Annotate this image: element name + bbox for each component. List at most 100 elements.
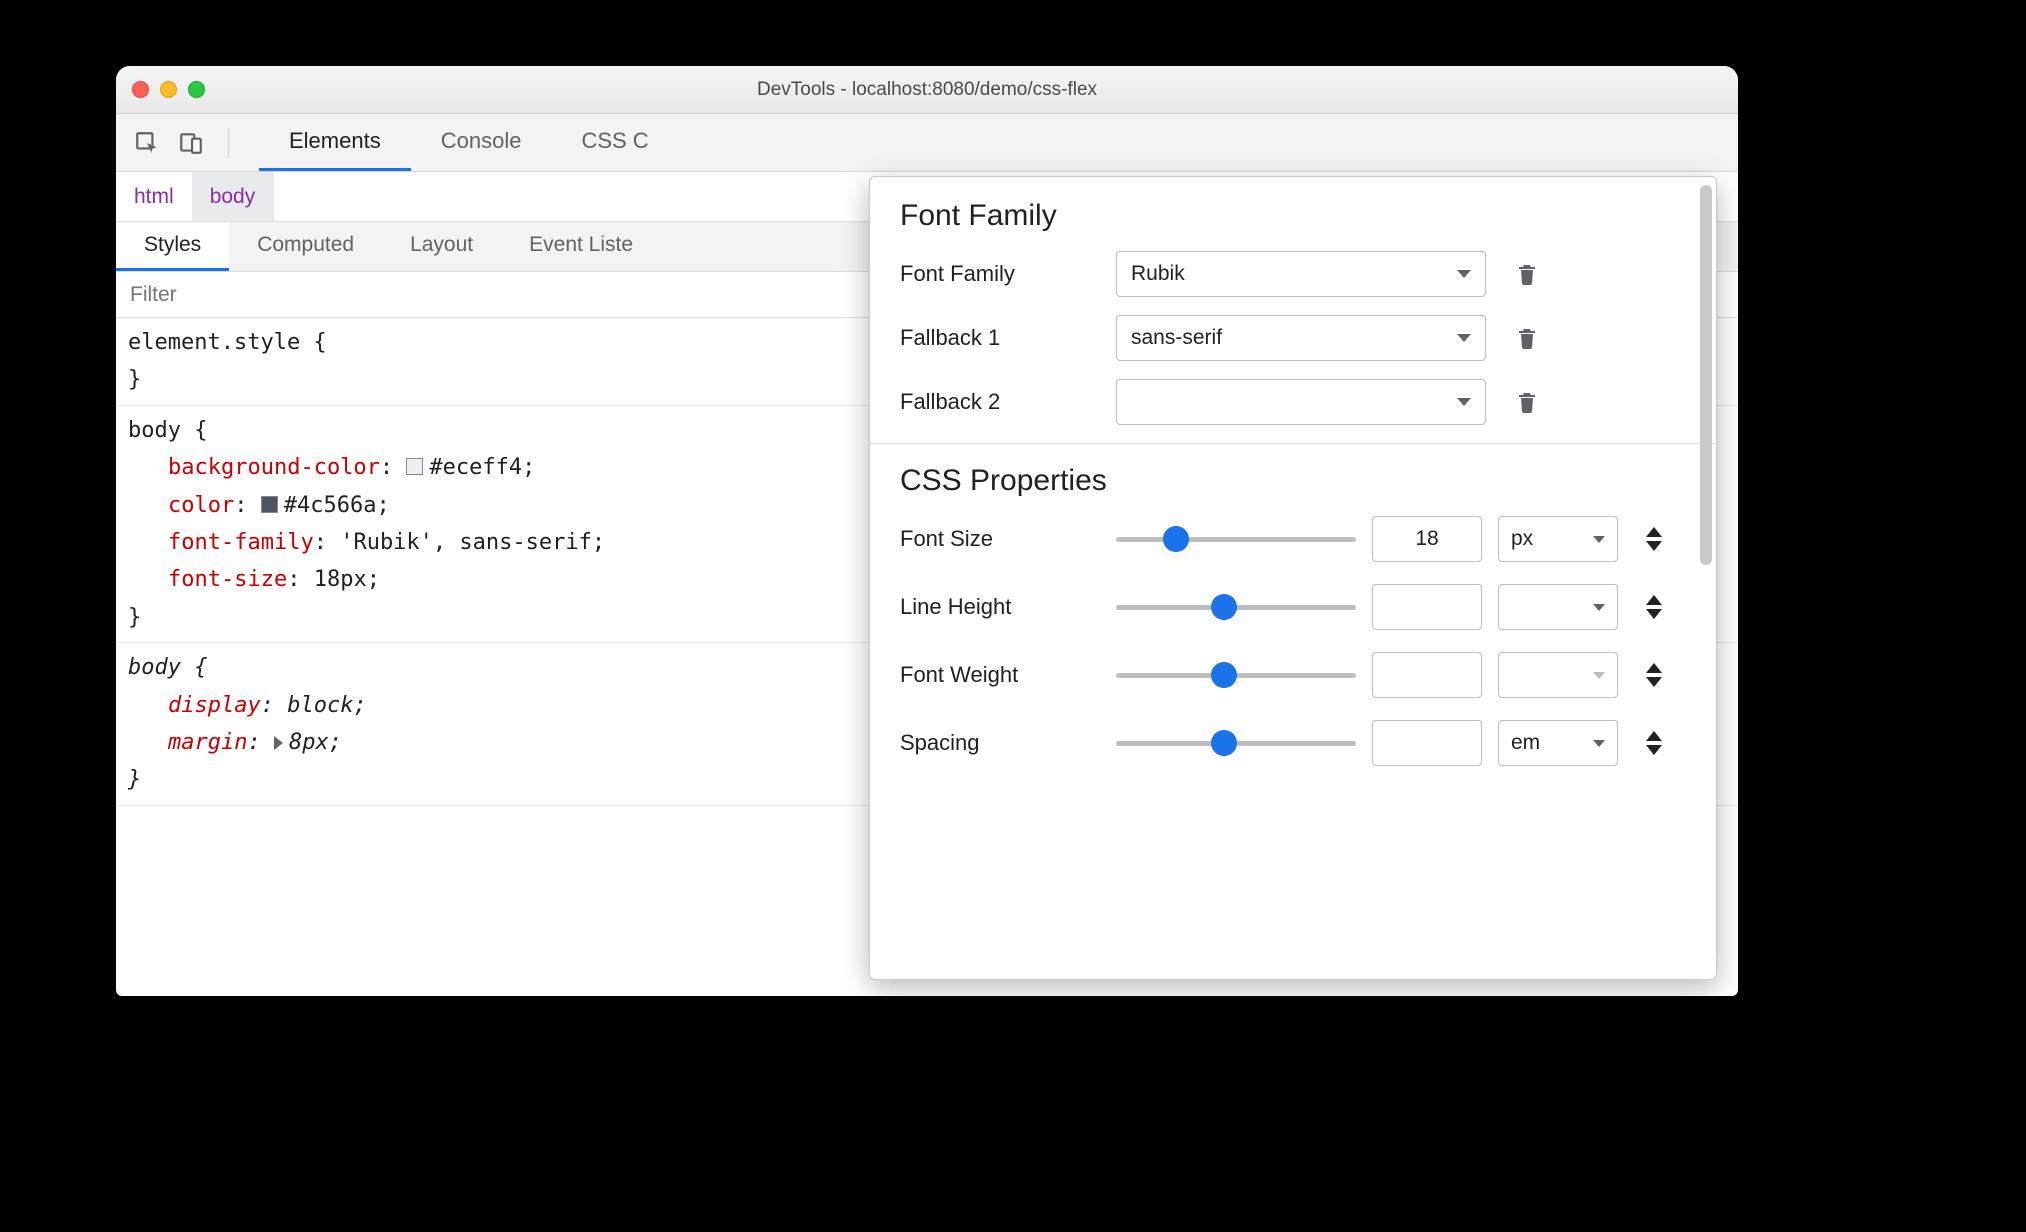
font-family-label: Fallback 1 <box>900 325 1100 351</box>
css-property-label: Line Height <box>900 594 1100 620</box>
color-swatch[interactable] <box>261 496 278 513</box>
css-property-row: Spacingem <box>900 720 1686 766</box>
subtab-styles[interactable]: Styles <box>116 222 229 271</box>
tab-elements[interactable]: Elements <box>259 114 411 171</box>
color-swatch[interactable] <box>406 458 423 475</box>
font-family-row: Font FamilyRubik <box>900 251 1686 297</box>
expand-shorthand-icon[interactable] <box>274 736 283 750</box>
slider-thumb[interactable] <box>1211 730 1237 756</box>
semicolon: ; <box>376 493 389 518</box>
brace-open: { <box>181 655 208 680</box>
css-property-label: Font Size <box>900 526 1100 552</box>
delete-font-button[interactable] <box>1502 325 1552 351</box>
colon: : <box>287 567 314 592</box>
property-stepper[interactable] <box>1634 731 1674 755</box>
css-property-name: background-color <box>168 455 380 480</box>
window-minimize-button[interactable] <box>160 81 177 98</box>
css-selector[interactable]: element.style <box>128 330 300 355</box>
stepper-up-icon[interactable] <box>1646 527 1662 537</box>
font-editor-popover: Font Family Font FamilyRubik Fallback 1 sa… <box>869 176 1717 980</box>
property-stepper[interactable] <box>1634 527 1674 551</box>
colon: : <box>380 455 407 480</box>
css-property-value: 'Rubik', sans-serif <box>340 530 592 555</box>
property-stepper[interactable] <box>1634 663 1674 687</box>
property-slider[interactable] <box>1116 592 1356 622</box>
stepper-down-icon[interactable] <box>1646 677 1662 687</box>
property-unit-value: px <box>1511 527 1533 551</box>
css-property-value: #eceff4 <box>429 455 522 480</box>
chevron-down-icon <box>1593 604 1605 611</box>
property-value-input[interactable] <box>1372 720 1482 766</box>
window-traffic-lights <box>132 81 205 98</box>
css-property-value: 8px <box>289 730 329 755</box>
property-unit-select <box>1498 652 1618 698</box>
devtools-window: DevTools - localhost:8080/demo/css-flex … <box>116 66 1738 996</box>
property-stepper[interactable] <box>1634 595 1674 619</box>
property-value-input[interactable]: 18 <box>1372 516 1482 562</box>
window-close-button[interactable] <box>132 81 149 98</box>
property-slider[interactable] <box>1116 524 1356 554</box>
property-slider[interactable] <box>1116 728 1356 758</box>
stepper-up-icon[interactable] <box>1646 663 1662 673</box>
chevron-down-icon <box>1457 334 1471 342</box>
property-unit-select[interactable]: px <box>1498 516 1618 562</box>
css-property-name: font-size <box>168 567 287 592</box>
font-family-select-value: Rubik <box>1131 262 1185 286</box>
font-family-select[interactable]: sans-serif <box>1116 315 1486 361</box>
subtab-computed[interactable]: Computed <box>229 222 382 271</box>
slider-thumb[interactable] <box>1211 662 1237 688</box>
property-value-input[interactable] <box>1372 652 1482 698</box>
brace-open: { <box>181 418 208 443</box>
inspect-element-icon[interactable] <box>130 126 164 160</box>
semicolon: ; <box>353 693 366 718</box>
delete-font-button[interactable] <box>1502 261 1552 287</box>
css-property-value: block <box>287 693 353 718</box>
devtools-tabs: Elements Console CSS C <box>259 114 679 171</box>
font-family-label: Fallback 2 <box>900 389 1100 415</box>
css-property-label: Font Weight <box>900 662 1100 688</box>
toolbar-divider <box>228 128 229 158</box>
breadcrumb-html[interactable]: html <box>116 172 192 221</box>
property-value-input[interactable] <box>1372 584 1482 630</box>
css-property-name: color <box>168 493 234 518</box>
property-unit-select[interactable] <box>1498 584 1618 630</box>
css-properties-heading: CSS Properties <box>900 464 1686 498</box>
subtab-event-listeners[interactable]: Event Liste <box>501 222 661 271</box>
font-family-select[interactable]: Rubik <box>1116 251 1486 297</box>
device-toolbar-icon[interactable] <box>174 126 208 160</box>
breadcrumb-body[interactable]: body <box>192 172 274 221</box>
stepper-down-icon[interactable] <box>1646 609 1662 619</box>
semicolon: ; <box>592 530 605 555</box>
brace-close: } <box>128 767 141 792</box>
subtab-layout[interactable]: Layout <box>382 222 501 271</box>
property-slider[interactable] <box>1116 660 1356 690</box>
chevron-down-icon <box>1593 536 1605 543</box>
stepper-down-icon[interactable] <box>1646 745 1662 755</box>
chevron-down-icon <box>1457 398 1471 406</box>
popover-scrollbar[interactable] <box>1700 185 1712 565</box>
window-title: DevTools - localhost:8080/demo/css-flex <box>116 79 1738 101</box>
popover-divider <box>870 443 1716 444</box>
property-unit-select[interactable]: em <box>1498 720 1618 766</box>
tab-css-overview[interactable]: CSS C <box>551 114 678 171</box>
css-selector[interactable]: body <box>128 418 181 443</box>
colon: : <box>234 493 261 518</box>
chevron-down-icon <box>1457 270 1471 278</box>
font-family-select[interactable] <box>1116 379 1486 425</box>
window-maximize-button[interactable] <box>188 81 205 98</box>
font-family-select-value: sans-serif <box>1131 326 1222 350</box>
css-selector[interactable]: body <box>128 655 181 680</box>
window-titlebar: DevTools - localhost:8080/demo/css-flex <box>116 66 1738 114</box>
css-property-name: margin <box>168 730 247 755</box>
stepper-up-icon[interactable] <box>1646 731 1662 741</box>
property-unit-value: em <box>1511 731 1540 755</box>
delete-font-button[interactable] <box>1502 389 1552 415</box>
font-family-heading: Font Family <box>900 199 1686 233</box>
colon: : <box>247 730 274 755</box>
stepper-up-icon[interactable] <box>1646 595 1662 605</box>
stepper-down-icon[interactable] <box>1646 541 1662 551</box>
font-family-row: Fallback 1 sans-serif <box>900 315 1686 361</box>
tab-console[interactable]: Console <box>411 114 552 171</box>
slider-thumb[interactable] <box>1211 594 1237 620</box>
slider-thumb[interactable] <box>1163 526 1189 552</box>
